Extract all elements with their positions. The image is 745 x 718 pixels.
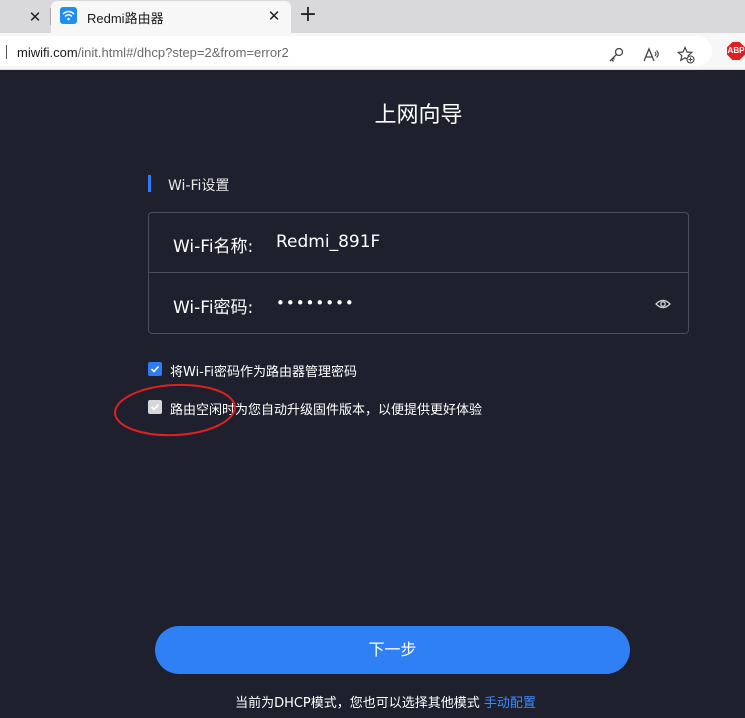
page-title: 上网向导 [374,103,463,128]
url-field[interactable]: miwifi.com/init.html#/dhcp?step=2&from=e… [0,36,712,66]
wifi-password-label: Wi-Fi密码: [173,298,254,318]
tab-close-icon[interactable]: ✕ [265,7,283,25]
section-label: Wi-Fi设置 [168,178,230,194]
manual-config-link[interactable]: 手动配置 [484,696,536,711]
check-icon [150,365,160,373]
adblock-icon[interactable]: ABP [727,42,745,60]
admin-password-label: 将Wi-Fi密码作为路由器管理密码 [170,365,358,380]
footer-text: 当前为DHCP模式，您也可以选择其他模式 [235,696,480,711]
url-host: miwifi.com [17,45,78,60]
browser-tab-active[interactable]: Redmi路由器 ✕ [51,1,291,33]
red-annotation-circle [114,383,236,437]
favorite-icon[interactable] [677,46,695,64]
wifi-favicon-icon [60,7,77,24]
footer-note: 当前为DHCP模式，您也可以选择其他模式 手动配置 [0,692,745,711]
next-step-button[interactable]: 下一步 [155,626,630,674]
admin-password-checkbox[interactable] [148,362,162,376]
new-tab-button[interactable]: + [296,4,320,28]
text-cursor [6,45,7,59]
wifi-settings-box: Wi-Fi名称: Redmi_891F Wi-Fi密码: •••••••• [148,212,689,334]
wifi-name-input[interactable]: Redmi_891F [276,232,656,252]
url-path: /init.html#/dhcp?step=2&from=error2 [77,45,289,60]
wifi-name-label: Wi-Fi名称: [173,237,254,257]
browser-tab-bar: ✕ Redmi路由器 ✕ + [0,0,745,33]
setup-wizard-page: 上网向导 Wi-Fi设置 Wi-Fi名称: Redmi_891F Wi-Fi密码… [0,71,745,718]
tab-title: Redmi路由器 [87,11,164,26]
read-aloud-icon[interactable] [642,46,660,64]
previous-tab-close-icon[interactable]: ✕ [26,8,44,26]
address-bar: miwifi.com/init.html#/dhcp?step=2&from=e… [0,33,745,70]
wifi-password-input[interactable]: •••••••• [276,294,656,312]
section-accent-bar [148,175,151,192]
key-icon[interactable] [607,46,625,64]
url-text[interactable]: miwifi.com/init.html#/dhcp?step=2&from=e… [17,45,289,60]
eye-icon[interactable] [655,297,671,311]
wifi-password-row: Wi-Fi密码: •••••••• [149,274,688,334]
wifi-name-row: Wi-Fi名称: Redmi_891F [149,213,688,273]
